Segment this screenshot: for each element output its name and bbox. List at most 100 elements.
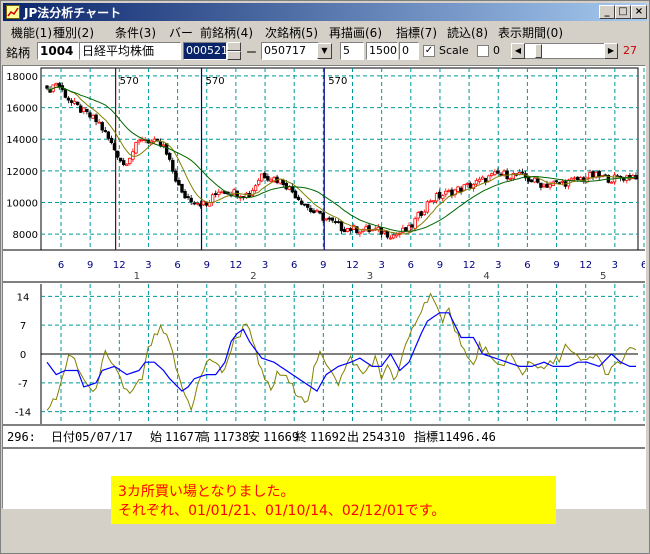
price-tick-label: 16000 (6, 104, 38, 115)
scale-checkbox[interactable]: ✓ (423, 45, 435, 57)
candle-body (413, 218, 417, 229)
chevron-down-icon: ▼ (321, 46, 328, 55)
candle-body (419, 211, 423, 216)
menu-item-2[interactable]: 種別(2) (53, 24, 94, 41)
candle-body (66, 97, 71, 101)
menu-item-10[interactable]: 表示期間(0) (498, 24, 563, 41)
stock-name-field[interactable]: 日経平均株価 (79, 42, 181, 60)
candle-body (278, 178, 282, 184)
menu-item-5[interactable]: 前銘柄(4) (200, 24, 253, 41)
candle-body (342, 229, 347, 233)
date-spin-down-button[interactable] (227, 51, 241, 60)
candle-body (256, 179, 261, 185)
candle-body (339, 221, 344, 232)
osc-tick-label: -14 (15, 408, 31, 419)
chart-panel[interactable]: 18000 16000 14000 12000 10000 8000 14 7 0 -7 -14 6 9… (2, 65, 646, 509)
candle-body (542, 184, 546, 187)
app-window: JP法分析チャート _ □ × 機能(1) 種別(2) 条件(3) バー 前銘柄(4) 次… (0, 0, 650, 554)
month-tick-label: 6 (291, 260, 297, 271)
param2-input[interactable]: 1500 (366, 42, 398, 60)
zero-checkbox[interactable] (477, 45, 489, 57)
end-date-dropdown-button[interactable]: ▼ (317, 43, 332, 59)
candle-body (444, 190, 448, 195)
candle-body (57, 83, 61, 88)
menu-item-3[interactable]: 条件(3) (115, 24, 156, 41)
menu-item-8[interactable]: 指標(7) (396, 24, 437, 41)
maximize-icon: □ (618, 6, 628, 17)
candle-body (487, 175, 491, 182)
maximize-button[interactable]: □ (615, 5, 631, 19)
candle-body (385, 230, 390, 238)
candle-body (220, 191, 224, 194)
menu-item-9[interactable]: 読込(8) (447, 24, 488, 41)
param1-input[interactable]: 5 (340, 42, 364, 60)
candle-body (180, 183, 184, 193)
candle-body (591, 171, 595, 178)
candle-body (118, 157, 123, 162)
candle-body (327, 217, 331, 220)
menu-item-1[interactable]: 機能(1) (11, 24, 52, 41)
candle-body (183, 191, 187, 199)
menu-bar: 機能(1) 種別(2) 条件(3) バー 前銘柄(4) 次銘柄(5) 再描画(6) 指標(7)… (3, 22, 647, 41)
title-bar[interactable]: JP法分析チャート _ □ × (3, 3, 647, 21)
candle-body (462, 184, 466, 191)
candle-body (434, 193, 439, 202)
candle-body (324, 218, 328, 221)
message-line-1: 3カ所買い場となりました。 (118, 484, 295, 500)
candle-body (161, 144, 166, 147)
stock-code-input[interactable]: 1004 (37, 42, 79, 60)
signal-label: 570 (206, 76, 225, 87)
candle-body (290, 186, 295, 193)
candle-body (441, 195, 445, 199)
slider-thumb[interactable] (535, 44, 542, 58)
price-tick-label: 8000 (13, 230, 38, 241)
slider-right-button[interactable]: ▶ (604, 43, 618, 59)
month-tick-label: 3 (378, 260, 384, 271)
param3-input[interactable]: 0 (399, 42, 419, 60)
candle-body (468, 183, 473, 189)
minimize-button[interactable]: _ (599, 5, 615, 19)
candle-body (82, 107, 86, 112)
candle-body (554, 180, 558, 183)
year-tick-label: 2 (250, 271, 256, 282)
menu-item-6[interactable]: 次銘柄(5) (265, 24, 318, 41)
status-high-label: 高 (198, 429, 210, 444)
status-high: 11738 (213, 430, 249, 444)
price-tick-label: 10000 (6, 199, 38, 210)
candle-body (91, 114, 95, 119)
candle-body (269, 179, 273, 182)
candle-body (560, 180, 565, 183)
end-date-select[interactable]: 050717 (261, 42, 319, 60)
candle-body (490, 173, 494, 176)
candle-body (557, 182, 562, 185)
month-tick-label: 6 (408, 260, 414, 271)
candle-body (103, 130, 107, 132)
month-tick-label: 12 (463, 260, 476, 271)
price-tick-label: 12000 (6, 167, 38, 178)
year-tick-label: 5 (600, 271, 606, 282)
slider-left-button[interactable]: ◀ (511, 43, 525, 59)
date-spin-up-button[interactable] (227, 42, 241, 51)
candle-body (210, 194, 215, 203)
month-tick-label: 12 (579, 260, 592, 271)
price-oscillator-chart[interactable]: 180001600014000120001000080001470-7-146 9… (3, 66, 645, 508)
month-tick-label: 6 (58, 260, 64, 271)
signal-label: 570 (328, 76, 347, 87)
candle-body (609, 181, 614, 184)
app-chart-icon (6, 5, 20, 19)
start-date-input[interactable]: 000521 (183, 42, 228, 60)
close-button[interactable]: × (631, 5, 647, 19)
candle-body (465, 183, 469, 185)
candle-body (106, 131, 111, 139)
candle-body (579, 177, 583, 181)
candle-body (437, 191, 442, 199)
candle-body (358, 231, 362, 235)
osc-tick-label: -7 (18, 379, 28, 390)
candle-body (69, 100, 74, 103)
candle-body (293, 190, 298, 199)
candle-body (416, 212, 420, 219)
candle-body (168, 152, 172, 160)
menu-item-7[interactable]: 再描画(6) (329, 24, 382, 41)
period-slider-track[interactable] (511, 43, 618, 59)
menu-item-4[interactable]: バー (169, 24, 193, 41)
